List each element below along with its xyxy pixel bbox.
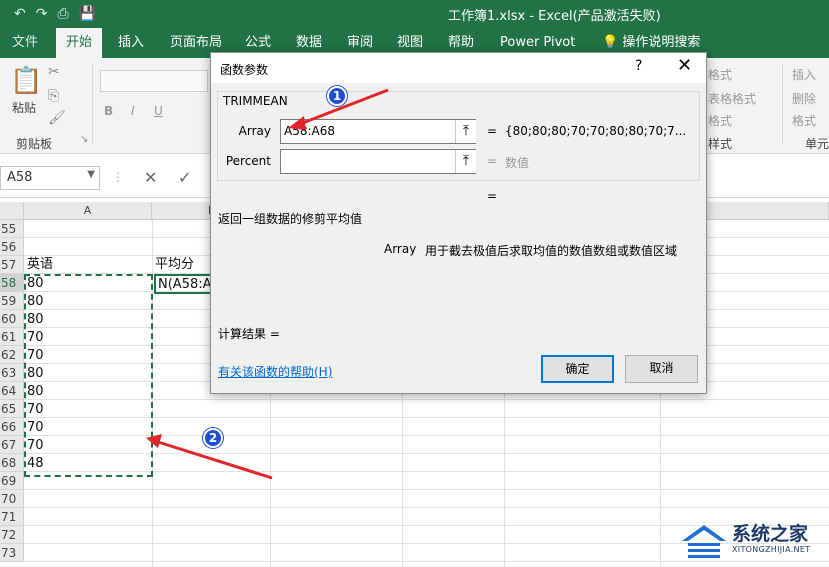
arrow-2-head: [146, 434, 162, 448]
annotation-badge-1: 1: [327, 86, 347, 106]
house-logo-icon: [682, 525, 726, 558]
annotation-arrows: [146, 88, 389, 480]
annotation-badge-2: 2: [203, 428, 223, 448]
watermark: 系统之家 XITONGZHIJIA.NET: [676, 515, 826, 565]
arrow-1-head: [288, 116, 306, 130]
watermark-subtext: XITONGZHIJIA.NET: [732, 545, 811, 554]
watermark-text: 系统之家: [732, 523, 809, 545]
